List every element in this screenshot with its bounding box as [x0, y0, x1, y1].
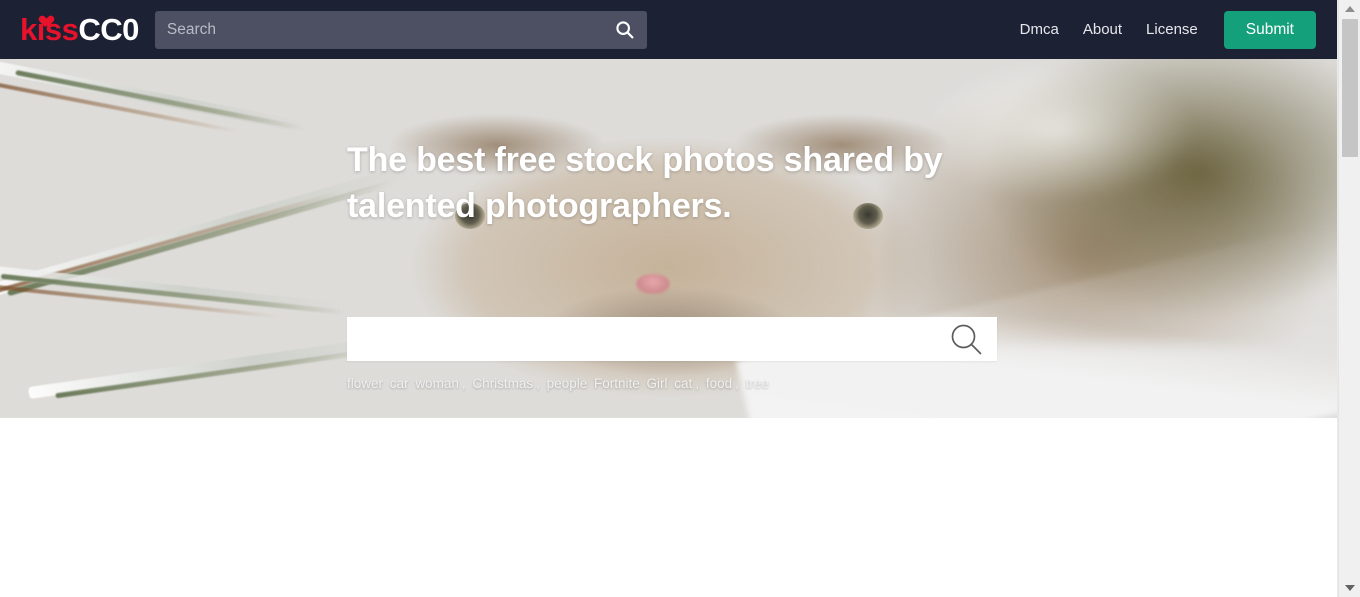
site-header: kissCC0 Dmca About License Submit — [0, 0, 1338, 59]
scroll-down-button[interactable] — [1339, 579, 1360, 597]
hero-tag-food[interactable]: food — [706, 376, 732, 391]
tag-separator: , — [735, 376, 739, 391]
hero-tag-list: flower car woman, Christmas, people Fort… — [347, 376, 987, 392]
tag-separator: , — [536, 376, 540, 391]
content-background — [0, 418, 1338, 597]
logo-text-primary: kiss — [20, 12, 79, 47]
hero-search[interactable] — [347, 317, 997, 361]
logo-text-secondary: CC0 — [78, 12, 139, 47]
hero-tag-cat[interactable]: cat — [674, 376, 692, 391]
search-icon — [951, 324, 982, 355]
tag-separator: , — [695, 376, 700, 391]
nav-link-license[interactable]: License — [1134, 21, 1210, 38]
scrollbar-thumb[interactable] — [1342, 19, 1358, 157]
hero-banner: The best free stock photos shared by tal… — [0, 59, 1338, 418]
hero-tag-woman[interactable]: woman — [415, 376, 459, 391]
header-search-button[interactable] — [609, 14, 641, 46]
site-logo[interactable]: kissCC0 — [20, 14, 139, 45]
page-root: kissCC0 Dmca About License Submit — [0, 0, 1360, 597]
chevron-up-icon — [1345, 6, 1355, 12]
tag-separator: , — [461, 376, 466, 391]
hero-tag-fortnite[interactable]: Fortnite — [594, 376, 640, 391]
nav-link-dmca[interactable]: Dmca — [1008, 21, 1071, 38]
hero-tag-flower[interactable]: flower — [347, 376, 383, 391]
vertical-scrollbar[interactable] — [1338, 0, 1360, 597]
submit-button[interactable]: Submit — [1223, 10, 1316, 49]
header-search-input[interactable] — [154, 10, 647, 49]
hero-tag-girl[interactable]: Girl — [647, 376, 668, 391]
header-search[interactable] — [154, 10, 647, 49]
hero-tag-tree[interactable]: tree — [746, 376, 769, 391]
hero-tag-car[interactable]: car — [390, 376, 409, 391]
search-icon — [616, 21, 634, 39]
chevron-down-icon — [1345, 585, 1355, 591]
hero-title: The best free stock photos shared by tal… — [347, 141, 943, 226]
hero-tag-christmas[interactable]: Christmas — [472, 376, 533, 391]
scroll-up-button[interactable] — [1339, 0, 1360, 18]
nav-link-about[interactable]: About — [1071, 21, 1134, 38]
hero-tag-people[interactable]: people — [547, 376, 588, 391]
header-nav: Dmca About License Submit — [1008, 10, 1338, 49]
hero-search-input[interactable] — [347, 317, 997, 361]
hero-search-button[interactable] — [945, 318, 987, 360]
